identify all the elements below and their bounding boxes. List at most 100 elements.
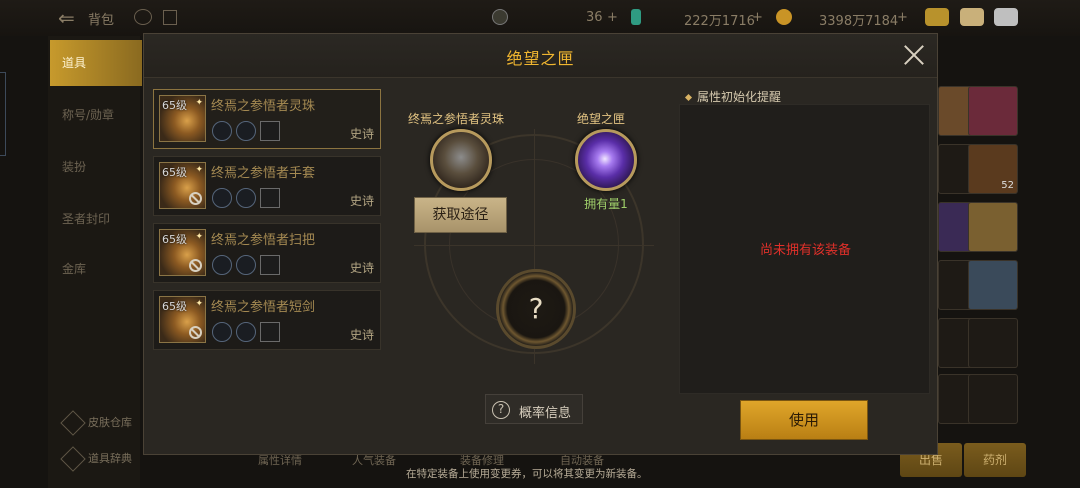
item-rarity: 史诗 (349, 127, 374, 141)
sidebar-item[interactable]: 称号/勋章 (62, 106, 114, 123)
currency-value: 3398万7184 (819, 14, 899, 29)
box-label: 绝望之匣 (577, 112, 626, 126)
add-icon[interactable]: + (897, 10, 908, 25)
untradable-icon (189, 259, 202, 272)
enchant-slot (260, 255, 280, 275)
help-icon: ? (492, 401, 510, 419)
skin-storage-link[interactable]: 皮肤仓库 (60, 410, 132, 436)
inventory-slot[interactable] (968, 202, 1018, 252)
sidebar-item[interactable]: 金库 (62, 260, 86, 277)
probability-info-button[interactable]: ? 概率信息 (485, 394, 583, 424)
enchant-slot (260, 188, 280, 208)
item-card[interactable]: 65级 ✦ 终焉之参悟者扫把 史诗 (153, 223, 381, 283)
attr-title-text: 属性初始化提醒 (697, 90, 782, 104)
socket-slot (212, 322, 232, 342)
crescent-icon (492, 9, 508, 25)
potion-button[interactable]: 药剂 (964, 443, 1026, 477)
untradable-icon (189, 192, 202, 205)
attr-panel: 尚未拥有该装备 (679, 104, 930, 394)
exchange-area: 终焉之参悟者灵珠 绝望之匣 拥有量1 获取途径 ? ? 概率信息 在特定装备上使… (394, 89, 674, 480)
item-name: 终焉之参悟者扫把 (211, 233, 316, 248)
sparkle-icon: ✦ (195, 98, 203, 108)
close-icon[interactable] (903, 44, 925, 66)
orb-item-icon: 65级 ✦ (159, 95, 206, 142)
add-icon[interactable]: + (752, 10, 763, 25)
item-rarity: 史诗 (349, 328, 374, 342)
diamond-bullet-icon (684, 93, 693, 102)
broom-item-icon: 65级 ✦ (159, 229, 206, 276)
gold-coin-icon (776, 9, 792, 25)
item-name: 终焉之参悟者短剑 (211, 300, 316, 315)
socket-slot (236, 188, 256, 208)
question-mark-icon: ? (528, 292, 544, 325)
mail-icon[interactable] (960, 8, 984, 26)
top-bar: ⇐ 背包 36 + 222万1716 + 3398万7184 + (0, 0, 1080, 36)
item-level: 65级 (162, 166, 187, 179)
sidebar-item[interactable]: 圣者封印 (62, 210, 110, 227)
diamond-icon (60, 446, 86, 472)
tool-label: 道具辞典 (88, 452, 132, 465)
acquire-route-button[interactable]: 获取途径 (414, 197, 507, 233)
currency-value: 222万1716 (684, 14, 755, 29)
edge-handle (0, 72, 6, 156)
item-card[interactable]: 65级 ✦ 终焉之参悟者手套 史诗 (153, 156, 381, 216)
item-dictionary-link[interactable]: 道具辞典 (60, 446, 132, 472)
enchant-slot (260, 322, 280, 342)
result-slot[interactable]: ? (496, 269, 576, 349)
hint-text: 在特定装备上使用变更券，可以将其变更为新装备。 (406, 468, 648, 480)
diamond-icon (60, 410, 86, 436)
attr-reset-title: 属性初始化提醒 (684, 88, 782, 105)
socket-slot (212, 121, 232, 141)
tool-label: 皮肤仓库 (88, 416, 132, 429)
item-level: 65级 (162, 99, 187, 112)
modal-header: 绝望之匣 (144, 34, 937, 78)
socket-slot (212, 255, 232, 275)
sparkle-icon: ✦ (195, 232, 203, 242)
item-name: 终焉之参悟者手套 (211, 166, 316, 181)
item-rarity: 史诗 (349, 261, 374, 275)
currency-value: 36 (586, 10, 603, 25)
modal-title: 绝望之匣 (506, 49, 575, 68)
enchant-slot (260, 121, 280, 141)
use-button[interactable]: 使用 (740, 400, 868, 440)
item-rarity: 史诗 (349, 194, 374, 208)
owned-count: 拥有量1 (584, 197, 628, 211)
eye-icon[interactable] (134, 9, 152, 25)
sparkle-icon: ✦ (195, 165, 203, 175)
inventory-slot[interactable] (968, 260, 1018, 310)
socket-slot (212, 188, 232, 208)
sidebar-item[interactable]: 装扮 (62, 158, 86, 175)
page-title: 背包 (88, 13, 115, 28)
dagger-item-icon: 65级 ✦ (159, 296, 206, 343)
socket-slot (236, 255, 256, 275)
target-item-label: 终焉之参悟者灵珠 (408, 112, 505, 126)
sidebar-item-active[interactable]: 道具 (50, 40, 142, 86)
probability-label: 概率信息 (519, 406, 572, 421)
untradable-icon (189, 326, 202, 339)
item-card[interactable]: 65级 ✦ 终焉之参悟者灵珠 史诗 (153, 89, 381, 149)
despair-box-modal: 绝望之匣 65级 ✦ 终焉之参悟者灵珠 史诗 65级 ✦ 终焉之参悟者手套 史诗… (143, 33, 938, 480)
item-name: 终焉之参悟者灵珠 (211, 99, 316, 114)
despair-box-icon[interactable] (575, 129, 637, 191)
item-list: 65级 ✦ 终焉之参悟者灵珠 史诗 65级 ✦ 终焉之参悟者手套 史诗 65级 (153, 89, 381, 357)
inventory-slot[interactable] (968, 374, 1018, 424)
inventory-slot[interactable] (968, 318, 1018, 368)
item-level: 65级 (162, 300, 187, 313)
sparkle-icon: ✦ (195, 299, 203, 309)
book-icon[interactable] (163, 10, 177, 25)
green-gem-icon (631, 9, 641, 25)
target-item-icon[interactable] (430, 129, 492, 191)
socket-slot (236, 322, 256, 342)
back-arrow-icon[interactable]: ⇐ (58, 6, 75, 30)
add-icon[interactable]: + (607, 10, 618, 25)
gloves-item-icon: 65级 ✦ (159, 162, 206, 209)
item-level: 65级 (162, 233, 187, 246)
chat-icon[interactable] (994, 8, 1018, 26)
inventory-slot[interactable] (968, 86, 1018, 136)
stack-count: 52 (1001, 180, 1014, 191)
socket-slot (236, 121, 256, 141)
inventory-slot[interactable]: 52 (968, 144, 1018, 194)
treasure-icon[interactable] (925, 8, 949, 26)
not-owned-message: 尚未拥有该装备 (759, 243, 851, 258)
item-card[interactable]: 65级 ✦ 终焉之参悟者短剑 史诗 (153, 290, 381, 350)
